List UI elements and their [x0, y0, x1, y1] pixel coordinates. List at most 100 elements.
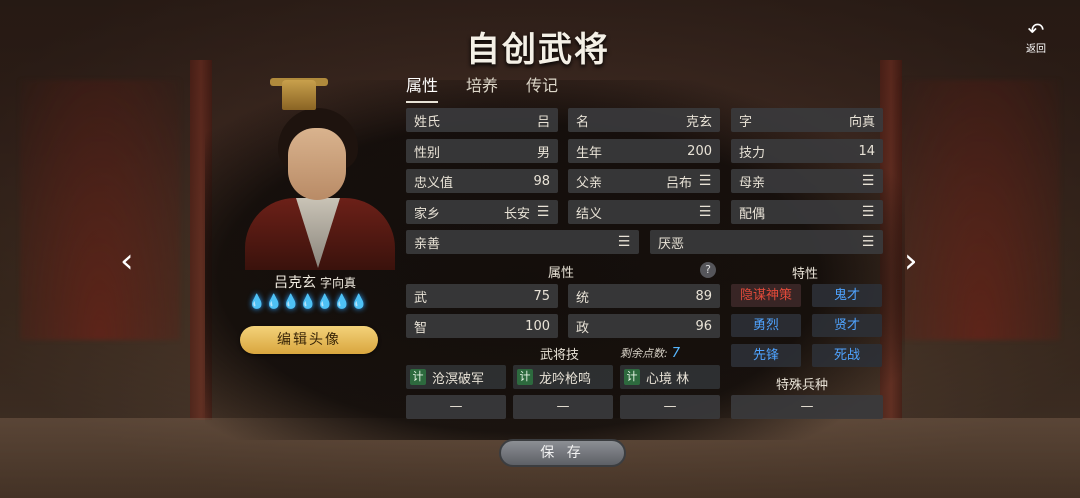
edit-avatar-button[interactable]: 编辑头像: [240, 326, 378, 354]
curtain-right: [900, 80, 1060, 340]
trait-item[interactable]: 先锋: [731, 344, 801, 367]
sworn-field[interactable]: 结义 ☰: [568, 200, 720, 224]
next-arrow-icon[interactable]: ›: [904, 244, 918, 278]
loyalty-value: 98: [533, 173, 550, 189]
rank-flames: 💧 💧 💧 💧 💧 💧 💧: [248, 294, 368, 310]
hometown-label: 家乡: [414, 206, 441, 222]
menu-icon[interactable]: ☰: [617, 235, 631, 249]
politics-field[interactable]: 政 96: [568, 314, 720, 338]
menu-icon[interactable]: ☰: [861, 174, 875, 188]
given-name-label: 名: [576, 114, 590, 130]
flame-icon: 💧: [299, 294, 317, 310]
spouse-label: 配偶: [739, 206, 766, 222]
skill-name: 沧溟破军: [432, 371, 485, 387]
skill-item[interactable]: 计 心境 林: [620, 365, 720, 389]
skill-name: 龙吟枪鸣: [539, 371, 592, 387]
tab-attributes[interactable]: 属性: [406, 72, 439, 103]
special-troop-label: 特殊兵种: [776, 378, 829, 393]
character-display-name: 吕克玄: [273, 275, 316, 291]
tab-biography[interactable]: 传记: [526, 72, 558, 103]
politics-value: 96: [695, 318, 712, 334]
gender-label: 性别: [414, 145, 441, 161]
skill-tag: 计: [410, 369, 426, 385]
curtain-left: [20, 80, 180, 340]
character-courtesy: 字向真: [319, 276, 356, 290]
menu-icon[interactable]: ☰: [861, 205, 875, 219]
lead-label: 统: [576, 290, 590, 306]
character-portrait: [240, 78, 400, 270]
father-label: 父亲: [576, 175, 603, 191]
flame-icon: 💧: [350, 294, 368, 310]
traits-section-label: 特性: [792, 267, 819, 282]
flame-icon: 💧: [265, 294, 283, 310]
trait-item[interactable]: 贤才: [812, 314, 882, 337]
skill-item[interactable]: 计 沧溟破军: [406, 365, 506, 389]
trait-item[interactable]: 死战: [812, 344, 882, 367]
menu-icon[interactable]: ☰: [861, 235, 875, 249]
gender-field[interactable]: 性别 男: [406, 139, 558, 163]
war-field[interactable]: 武 75: [406, 284, 558, 308]
flame-icon: 💧: [282, 294, 300, 310]
remaining-points: 剩余点数: 7: [620, 345, 680, 361]
menu-icon[interactable]: ☰: [698, 174, 712, 188]
tab-training[interactable]: 培养: [466, 72, 498, 103]
surname-label: 姓氏: [414, 114, 441, 130]
skill-slot[interactable]: —: [620, 395, 720, 419]
courtesy-value: 向真: [848, 114, 875, 130]
hated-field[interactable]: 厌恶 ☰: [650, 230, 883, 254]
trait-item[interactable]: 勇烈: [731, 314, 801, 337]
war-label: 武: [414, 290, 428, 306]
birth-year-value: 200: [687, 143, 712, 159]
flame-icon: 💧: [248, 294, 266, 310]
hometown-field[interactable]: 家乡 长安 ☰: [406, 200, 558, 224]
gender-value: 男: [536, 145, 550, 161]
special-troop-slot[interactable]: —: [731, 395, 883, 419]
flame-icon: 💧: [316, 294, 334, 310]
prev-arrow-icon[interactable]: ‹: [120, 244, 134, 278]
mother-field[interactable]: 母亲 ☰: [731, 169, 883, 193]
courtesy-label: 字: [739, 114, 753, 130]
skill-power-label: 技力: [739, 145, 766, 161]
intel-label: 智: [414, 320, 428, 336]
skill-slot[interactable]: —: [513, 395, 613, 419]
menu-icon[interactable]: ☰: [698, 205, 712, 219]
father-value: 吕布: [665, 175, 692, 191]
skill-power-field[interactable]: 技力 14: [731, 139, 883, 163]
tab-bar: 属性 培养 传记: [406, 72, 558, 103]
help-icon[interactable]: ?: [700, 262, 716, 278]
spouse-field[interactable]: 配偶 ☰: [731, 200, 883, 224]
skill-item[interactable]: 计 龙吟枪鸣: [513, 365, 613, 389]
father-field[interactable]: 父亲 吕布 ☰: [568, 169, 720, 193]
given-name-value: 克玄: [685, 114, 712, 130]
friendly-field[interactable]: 亲善 ☰: [406, 230, 639, 254]
surname-field[interactable]: 姓氏 吕: [406, 108, 558, 132]
lead-value: 89: [695, 288, 712, 304]
loyalty-field[interactable]: 忠义值 98: [406, 169, 558, 193]
page-title: 自创武将: [466, 30, 610, 70]
back-label: 返回: [1026, 44, 1046, 55]
portrait-face: [288, 128, 346, 200]
remaining-points-value: 7: [671, 346, 680, 361]
skill-tag: 计: [517, 369, 533, 385]
surname-value: 吕: [536, 114, 550, 130]
menu-icon[interactable]: ☰: [536, 205, 550, 219]
politics-label: 政: [576, 320, 590, 336]
flame-icon: 💧: [333, 294, 351, 310]
intel-field[interactable]: 智 100: [406, 314, 558, 338]
skill-slot[interactable]: —: [406, 395, 506, 419]
back-button[interactable]: ↶ 返回: [1018, 20, 1054, 55]
remaining-points-label: 剩余点数:: [620, 347, 668, 360]
skill-tag: 计: [624, 369, 640, 385]
back-icon: ↶: [1027, 18, 1045, 42]
birth-year-field[interactable]: 生年 200: [568, 139, 720, 163]
attributes-section-label: 属性: [548, 266, 575, 281]
hometown-value: 长安: [503, 206, 530, 222]
courtesy-field[interactable]: 字 向真: [731, 108, 883, 132]
lead-field[interactable]: 统 89: [568, 284, 720, 308]
trait-item[interactable]: 鬼才: [812, 284, 882, 307]
skill-power-value: 14: [858, 143, 875, 159]
given-name-field[interactable]: 名 克玄: [568, 108, 720, 132]
trait-item[interactable]: 隐谋神策: [731, 284, 801, 307]
sworn-label: 结义: [576, 206, 603, 222]
save-button[interactable]: 保 存: [499, 439, 626, 467]
